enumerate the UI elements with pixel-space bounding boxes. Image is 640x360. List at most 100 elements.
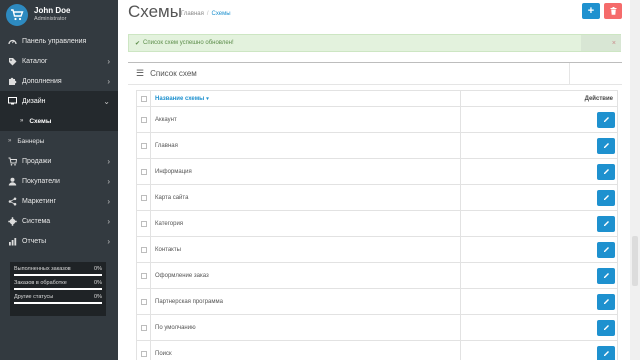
progress-bar [14,288,102,290]
sidebar: John Doe Administrator Панель управления… [0,0,118,360]
row-checkbox[interactable] [140,350,147,357]
edit-button[interactable] [597,241,615,258]
pencil-icon [603,143,609,148]
close-icon: × [611,39,616,47]
menu-item-reports[interactable]: Отчеты › [0,231,118,251]
row-checkbox[interactable] [140,194,147,201]
pencil-icon [603,117,609,122]
chart-icon [8,237,17,246]
edit-button[interactable] [597,345,615,360]
main-content: Схемы Главная / Схемы + ✔ Список схем ус… [118,0,640,360]
layouts-panel: ☰ Список схем Название схемы ▾ Действие … [128,62,622,360]
breadcrumb-current[interactable]: Схемы [212,11,231,17]
check-circle-icon: ✔ [135,40,141,47]
edit-button[interactable] [597,319,615,336]
menu-item-label: Дизайн [22,97,46,105]
table-row: Партнерская программа [137,289,617,315]
table-row: Информация [137,159,617,185]
column-header-name[interactable]: Название схемы ▾ [151,91,461,106]
menu-item-marketing[interactable]: Маркетинг › [0,191,118,211]
stat-label: Заказов в обработке [14,280,67,286]
layout-name: Карта сайта [151,185,461,210]
row-checkbox[interactable] [140,220,147,227]
menu-item-extensions[interactable]: Дополнения › [0,71,118,91]
edit-button[interactable] [597,137,615,154]
share-icon [8,197,17,206]
menu-item-catalog[interactable]: Каталог › [0,51,118,71]
layout-name: Контакты [151,237,461,262]
row-checkbox[interactable] [140,324,147,331]
menu-item-label: Каталог [22,57,48,65]
layout-name: Оформление заказ [151,263,461,288]
pencil-icon [603,299,609,304]
table-row: Главная [137,133,617,159]
monitor-icon [8,97,17,106]
menu-item-label: Маркетинг [22,197,57,205]
stat-value: 0% [94,294,102,300]
chevron-right-icon: › [107,56,110,66]
main-menu: Панель управления Каталог › Дополнения ›… [0,31,118,251]
pencil-icon [603,169,609,174]
alert-close-button[interactable]: × [581,35,621,51]
layout-name: Партнерская программа [151,289,461,314]
row-checkbox[interactable] [140,246,147,253]
user-icon [8,177,17,186]
column-header-action: Действие [584,95,613,102]
stat-other: Другие статусы 0% [14,294,102,304]
layout-name: Аккаунт [151,107,461,132]
menu-item-customers[interactable]: Покупатели › [0,171,118,191]
edit-button[interactable] [597,215,615,232]
table-row: Оформление заказ [137,263,617,289]
table-row: Контакты [137,237,617,263]
page-header: Схемы Главная / Схемы + [118,0,640,30]
gear-icon [8,216,17,226]
layout-name: Главная [151,133,461,158]
add-button[interactable]: + [582,3,600,19]
submenu-item-layouts[interactable]: » Схемы [0,111,118,131]
stat-processing: Заказов в обработке 0% [14,280,102,290]
pencil-icon [603,221,609,226]
chevron-right-icon: › [107,176,110,186]
menu-item-system[interactable]: Система › [0,211,118,231]
row-checkbox[interactable] [140,142,147,149]
edit-button[interactable] [597,111,615,128]
breadcrumb-home[interactable]: Главная [181,11,204,17]
pencil-icon [603,325,609,330]
chevron-right-icon: » [8,138,12,144]
select-all-checkbox[interactable] [140,95,147,102]
chevron-right-icon: › [107,216,110,226]
row-checkbox[interactable] [140,298,147,305]
scrollbar-thumb[interactable] [632,236,638,286]
stat-value: 0% [94,280,102,286]
table-header-row: Название схемы ▾ Действие [137,91,617,107]
row-checkbox[interactable] [140,272,147,279]
table-row: Категория [137,211,617,237]
row-checkbox[interactable] [140,116,147,123]
puzzle-icon [8,77,17,86]
scrollbar-track[interactable] [630,0,640,360]
delete-button[interactable] [604,3,622,19]
menu-item-sales[interactable]: Продажи › [0,151,118,171]
menu-item-dashboard[interactable]: Панель управления [0,31,118,51]
submenu-item-label: Схемы [29,117,52,125]
submenu-item-banners[interactable]: » Баннеры [0,131,118,151]
edit-button[interactable] [597,293,615,310]
table-row: Аккаунт [137,107,617,133]
user-role: Administrator [34,16,67,23]
chevron-right-icon: › [107,76,110,86]
pencil-icon [603,247,609,252]
edit-button[interactable] [597,163,615,180]
table-row: По умолчанию [137,315,617,341]
menu-item-label: Продажи [22,157,52,165]
panel-title: Список схем [150,69,197,78]
chevron-right-icon: › [107,236,110,246]
layout-name: Поиск [151,341,461,360]
success-alert: ✔ Список схем успешно обновлен! × [128,34,621,52]
user-profile[interactable]: John Doe Administrator [0,0,118,30]
row-checkbox[interactable] [140,168,147,175]
menu-item-design[interactable]: Дизайн ⌄ [0,91,118,111]
edit-button[interactable] [597,267,615,284]
stat-value: 0% [94,266,102,272]
menu-item-label: Панель управления [22,37,87,45]
edit-button[interactable] [597,189,615,206]
